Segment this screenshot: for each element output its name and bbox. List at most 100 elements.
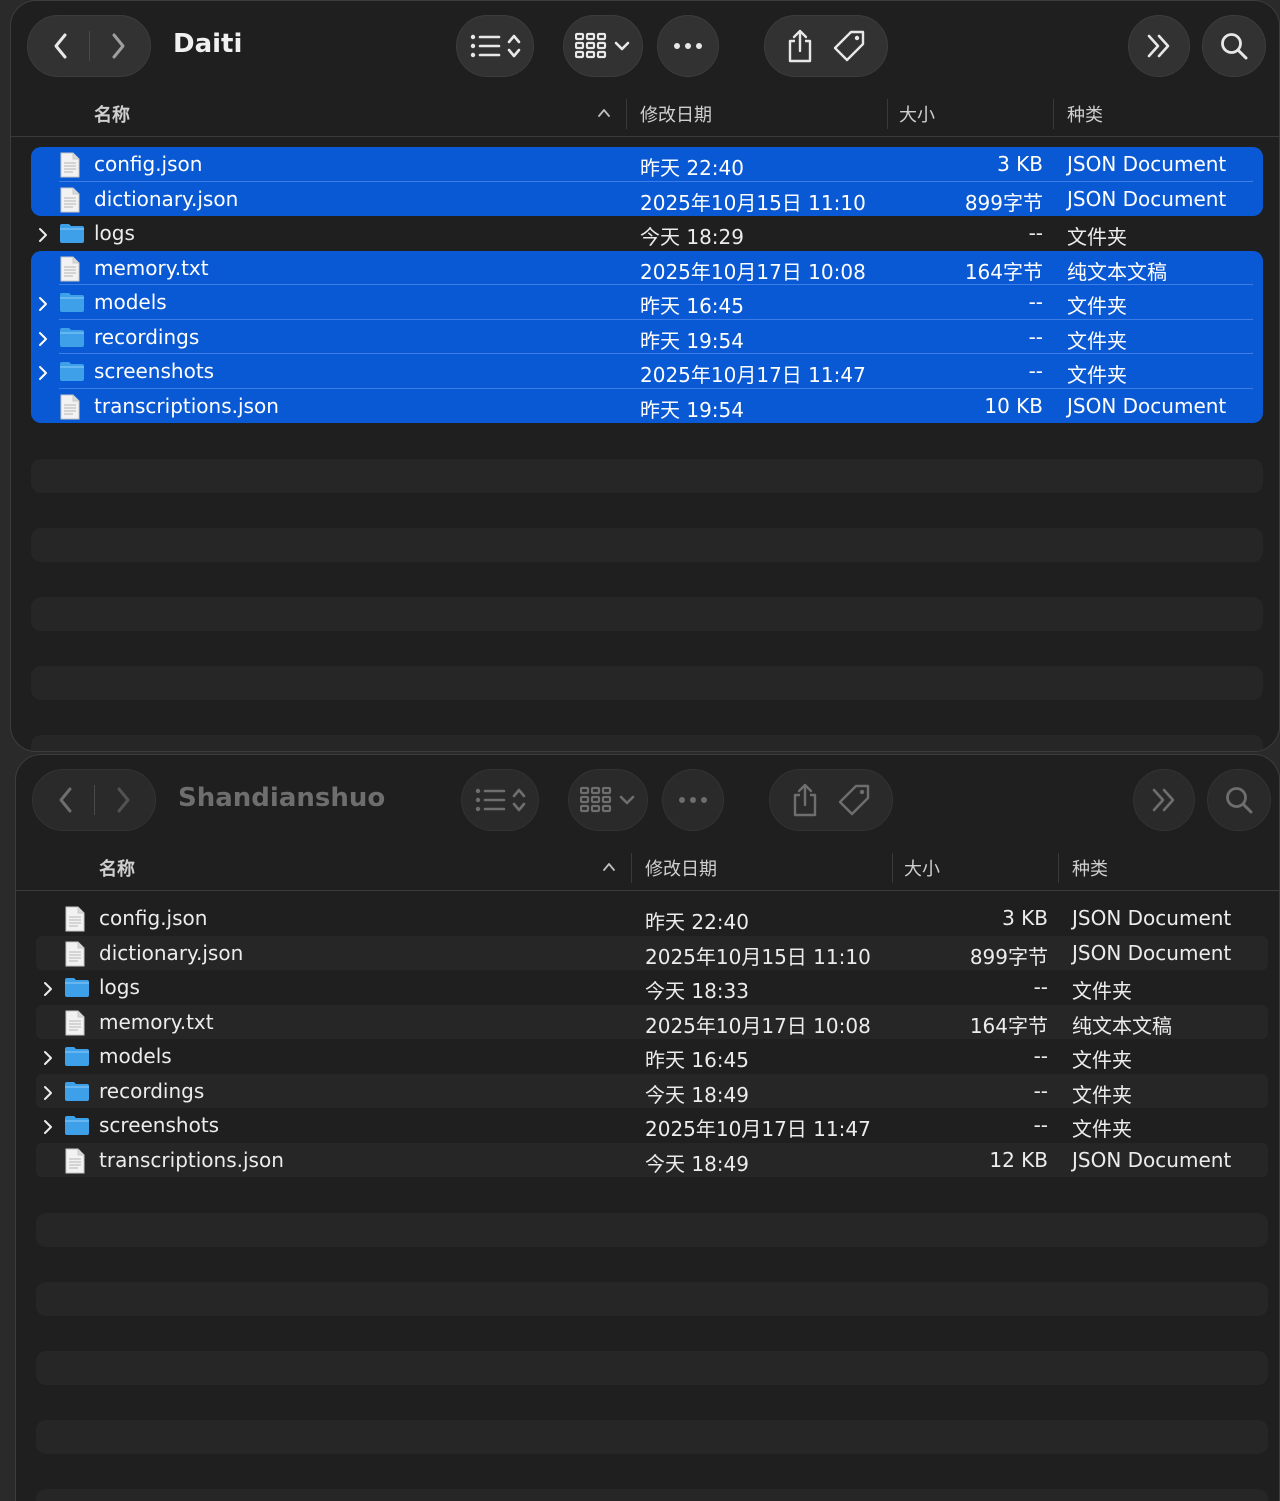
empty-row-stripe [36,1351,1268,1385]
column-size[interactable]: 大小 [904,855,940,881]
column-header: 名称 修改日期 大小 种类 [11,91,1279,137]
file-name: logs [94,221,135,245]
chevron-left-icon [59,787,71,813]
column-separator[interactable] [887,99,888,129]
disclosure-chevron-icon[interactable] [37,362,49,386]
folder-icon [64,1079,90,1108]
file-size: 164字节 [969,1013,1048,1038]
file-size: -- [1033,975,1048,999]
file-kind: 文件夹 [1072,1048,1132,1072]
file-row[interactable]: config.json 昨天 22:40 3 KB JSON Document [36,901,1268,936]
file-kind: 文件夹 [1072,1082,1132,1107]
file-row[interactable]: models 昨天 16:45 -- 文件夹 [36,1039,1268,1074]
file-kind: 文件夹 [1067,294,1127,318]
column-separator[interactable] [631,853,632,883]
folder-icon [59,221,85,250]
column-date[interactable]: 修改日期 [640,101,712,127]
finder-window-shandianshuo: Shandianshuo 名称 修改日期 大小 种类 config.json 昨… [15,754,1280,1501]
file-row[interactable]: memory.txt 2025年10月17日 10:08 164字节 纯文本文稿 [31,250,1263,285]
file-row[interactable]: logs 今天 18:33 -- 文件夹 [36,970,1268,1005]
column-separator[interactable] [1053,99,1054,129]
tag-button[interactable] [832,29,866,63]
disclosure-chevron-icon[interactable] [42,978,54,1002]
file-kind: JSON Document [1072,1147,1232,1172]
file-row[interactable]: models 昨天 16:45 -- 文件夹 [31,285,1263,320]
tag-button[interactable] [837,783,871,817]
document-icon [59,152,81,183]
column-name[interactable]: 名称 [99,855,135,881]
column-date[interactable]: 修改日期 [645,855,717,881]
file-date: 昨天 19:54 [640,328,744,353]
file-size: 899字节 [969,944,1048,969]
column-header: 名称 修改日期 大小 种类 [16,845,1279,891]
file-row[interactable]: screenshots 2025年10月17日 11:47 -- 文件夹 [36,1108,1268,1143]
file-row[interactable]: memory.txt 2025年10月17日 10:08 164字节 纯文本文稿 [36,1004,1268,1039]
share-button[interactable] [786,29,814,63]
search-icon [1221,33,1248,60]
share-button[interactable] [791,783,819,817]
overflow-button[interactable] [1128,15,1190,77]
file-date: 2025年10月17日 11:47 [640,363,866,387]
more-actions-button[interactable] [657,15,719,77]
empty-row-stripe [36,1420,1268,1454]
file-row[interactable]: screenshots 2025年10月17日 11:47 -- 文件夹 [31,354,1263,389]
forward-button[interactable] [108,32,128,60]
file-name: memory.txt [99,1009,214,1034]
file-row[interactable]: recordings 昨天 19:54 -- 文件夹 [31,319,1263,354]
chevron-left-icon [54,33,66,59]
disclosure-chevron-icon[interactable] [37,293,49,317]
file-name: config.json [99,906,208,930]
double-chevron-right-icon [1152,788,1175,812]
disclosure-chevron-icon[interactable] [37,328,49,352]
file-date: 2025年10月17日 11:47 [645,1117,871,1141]
grid-group-icon [580,786,635,813]
file-date: 昨天 22:40 [640,156,744,180]
file-name: recordings [99,1078,205,1103]
overflow-button[interactable] [1133,769,1195,831]
nav-button-group [27,15,151,77]
file-size: -- [1028,221,1043,245]
back-button[interactable] [56,786,76,814]
column-size[interactable]: 大小 [899,101,935,127]
toolbar: Shandianshuo [16,755,1279,845]
column-separator[interactable] [626,99,627,129]
disclosure-chevron-icon[interactable] [37,224,49,248]
file-name: dictionary.json [94,186,239,211]
document-icon [59,187,81,218]
disclosure-chevron-icon[interactable] [42,1082,54,1106]
disclosure-chevron-icon[interactable] [42,1116,54,1140]
column-name[interactable]: 名称 [94,101,130,127]
column-separator[interactable] [1058,853,1059,883]
column-kind[interactable]: 种类 [1072,855,1108,881]
forward-button[interactable] [113,786,133,814]
file-kind: 文件夹 [1072,1117,1132,1141]
disclosure-chevron-icon[interactable] [42,1047,54,1071]
file-row[interactable]: transcriptions.json 今天 18:49 12 KB JSON Doc… [36,1142,1268,1177]
back-button[interactable] [51,32,71,60]
group-button[interactable] [568,769,648,831]
file-row[interactable]: recordings 今天 18:49 -- 文件夹 [36,1073,1268,1108]
file-row[interactable]: config.json 昨天 22:40 3 KB JSON Document [31,147,1263,182]
column-kind[interactable]: 种类 [1067,101,1103,127]
sort-ascending-icon [597,103,611,124]
file-row[interactable]: transcriptions.json 昨天 19:54 10 KB JSON Doc… [31,388,1263,423]
search-button[interactable] [1207,769,1271,831]
view-mode-button[interactable] [461,769,539,831]
file-name: config.json [94,152,203,176]
file-row[interactable]: logs 今天 18:29 -- 文件夹 [31,216,1263,251]
file-size: -- [1028,324,1043,349]
group-button[interactable] [563,15,643,77]
file-size: -- [1028,359,1043,383]
file-size: -- [1028,290,1043,314]
column-separator[interactable] [892,853,893,883]
view-mode-button[interactable] [456,15,534,77]
file-row[interactable]: dictionary.json 2025年10月15日 11:10 899字节 JSO… [31,181,1263,218]
file-date: 今天 18:49 [645,1082,749,1107]
file-kind: 文件夹 [1067,363,1127,387]
more-actions-button[interactable] [662,769,724,831]
file-name: screenshots [94,359,215,383]
ellipsis-icon [679,797,707,803]
search-button[interactable] [1202,15,1266,77]
file-kind: 纯文本文稿 [1067,259,1167,284]
file-row[interactable]: dictionary.json 2025年10月15日 11:10 899字节 JSO… [36,935,1268,970]
